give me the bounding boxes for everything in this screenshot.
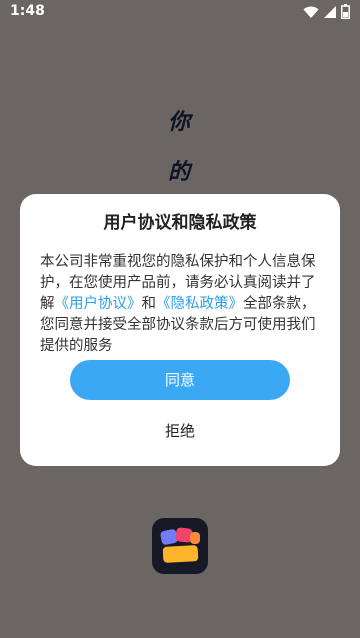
user-agreement-link[interactable]: 《用户协议》 [55,296,142,312]
status-time: 1:48 [10,3,45,19]
status-bar: 1:48 [0,0,360,24]
reject-button[interactable]: 拒绝 [130,416,230,446]
dialog-title: 用户协议和隐私政策 [103,213,257,233]
dialog-body: 本公司非常重视您的隐私保护和个人信息保护，在您使用产品前，请务必认真阅读并了解《… [40,252,324,357]
splash-char-2: 的 [167,159,190,185]
splash-char-1: 你 [167,109,190,135]
app-logo-icon [152,518,208,574]
cell-signal-icon [323,5,337,19]
agree-button[interactable]: 同意 [70,360,290,400]
privacy-policy-link[interactable]: 《隐私政策》 [156,296,243,312]
status-icons [303,4,350,19]
wifi-icon [303,5,319,19]
body-text-2: 和 [141,296,157,312]
privacy-dialog: 用户协议和隐私政策 本公司非常重视您的隐私保护和个人信息保护，在您使用产品前，请… [20,194,340,466]
battery-icon [341,4,350,19]
